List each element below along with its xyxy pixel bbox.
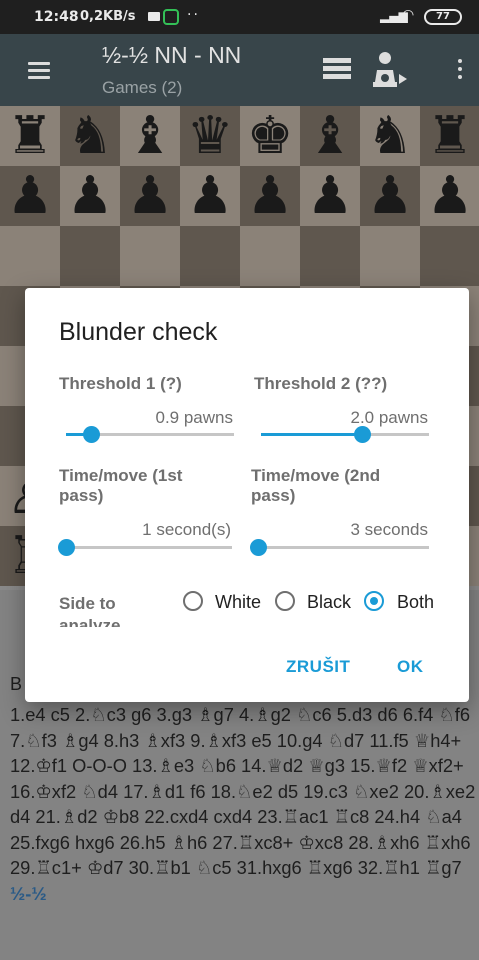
time1-slider-thumb[interactable] (58, 539, 75, 556)
threshold2-slider-thumb[interactable] (353, 426, 371, 443)
side-to-analyze-label-container: Side to analyze (59, 593, 159, 627)
chess-piece[interactable]: ♝ (300, 106, 360, 166)
board-square[interactable] (300, 226, 360, 286)
chess-piece[interactable]: ♟ (120, 166, 180, 226)
app-toolbar: ½-½ NN - NN Games (2) (0, 34, 479, 106)
threshold1-slider-thumb[interactable] (83, 426, 101, 443)
chess-piece[interactable]: ♜ (420, 106, 479, 166)
chess-piece[interactable]: ♟ (180, 166, 240, 226)
status-bar: 12:48 0,2KB/s ·· ▂▄▆ ◠ 77 (0, 0, 479, 34)
chess-piece[interactable]: ♟ (60, 166, 120, 226)
time2-label: Time/move (2nd pass) (251, 466, 381, 505)
app-notification-icon (163, 9, 179, 25)
moves-text: 1.e4 c5 2.♘c3 g6 3.g3 ♗g7 4.♗g2 ♘c6 5.d3… (10, 704, 476, 878)
chess-piece[interactable]: ♟ (300, 166, 360, 226)
engine-play-icon[interactable] (371, 50, 409, 90)
side-to-analyze-label: Side to analyze (59, 594, 121, 627)
more-notifications-indicator: ·· (187, 7, 200, 23)
battery-icon: 77 (424, 9, 462, 25)
moves-header-partial: B (10, 674, 23, 694)
time1-label: Time/move (1st pass) (59, 466, 183, 505)
threshold2-label: Threshold 2 (??) (254, 374, 388, 393)
wifi-icon: ◠ (402, 7, 415, 23)
move-list[interactable]: 1.e4 c5 2.♘c3 g6 3.g3 ♗g7 4.♗g2 ♘c6 5.d3… (10, 702, 476, 906)
time1-value: 1 second(s) (142, 520, 231, 539)
chess-piece[interactable]: ♝ (120, 106, 180, 166)
radio-white-label[interactable]: White (215, 592, 261, 613)
chess-piece[interactable]: ♟ (420, 166, 479, 226)
radio-both-label[interactable]: Both (397, 592, 434, 613)
game-title: ½-½ NN - NN (102, 42, 242, 68)
status-network-speed: 0,2KB/s (80, 9, 136, 24)
ok-button[interactable]: OK (397, 657, 424, 677)
board-square[interactable] (120, 226, 180, 286)
chess-piece[interactable]: ♜ (0, 106, 60, 166)
chess-piece[interactable]: ♛ (180, 106, 240, 166)
dialog-title: Blunder check (59, 318, 218, 346)
game-result: ½-½ (10, 882, 47, 904)
radio-both[interactable] (364, 591, 384, 611)
time2-slider[interactable] (250, 539, 429, 556)
threshold2-value: 2.0 pawns (350, 408, 429, 427)
radio-black-label[interactable]: Black (307, 592, 351, 613)
time2-slider-thumb[interactable] (250, 539, 267, 556)
menu-icon[interactable] (28, 62, 50, 79)
chess-piece[interactable]: ♞ (360, 106, 420, 166)
move-list-icon[interactable] (323, 58, 351, 80)
radio-white[interactable] (183, 591, 203, 611)
board-square[interactable] (0, 226, 60, 286)
board-square[interactable] (180, 226, 240, 286)
time1-slider[interactable] (58, 539, 232, 556)
blunder-check-dialog: Blunder check Threshold 1 (?) Threshold … (25, 288, 469, 702)
games-count: Games (2) (102, 78, 183, 97)
threshold1-slider[interactable] (66, 426, 234, 443)
chess-piece[interactable]: ♟ (0, 166, 60, 226)
chess-piece[interactable]: ♟ (360, 166, 420, 226)
time2-value: 3 seconds (350, 520, 429, 539)
board-square[interactable] (60, 226, 120, 286)
chess-piece[interactable]: ♚ (240, 106, 300, 166)
overflow-menu-icon[interactable] (458, 59, 462, 83)
cancel-button[interactable]: ZRUŠIT (286, 657, 350, 677)
threshold1-label: Threshold 1 (?) (59, 374, 182, 393)
status-time: 12:48 (34, 9, 79, 25)
chess-piece[interactable]: ♞ (60, 106, 120, 166)
board-square[interactable] (240, 226, 300, 286)
board-square[interactable] (360, 226, 420, 286)
board-square[interactable] (420, 226, 479, 286)
chess-piece[interactable]: ♟ (240, 166, 300, 226)
threshold2-slider[interactable] (261, 426, 429, 443)
radio-black[interactable] (275, 591, 295, 611)
threshold1-value: 0.9 pawns (155, 408, 234, 427)
video-notification-icon (148, 12, 160, 21)
